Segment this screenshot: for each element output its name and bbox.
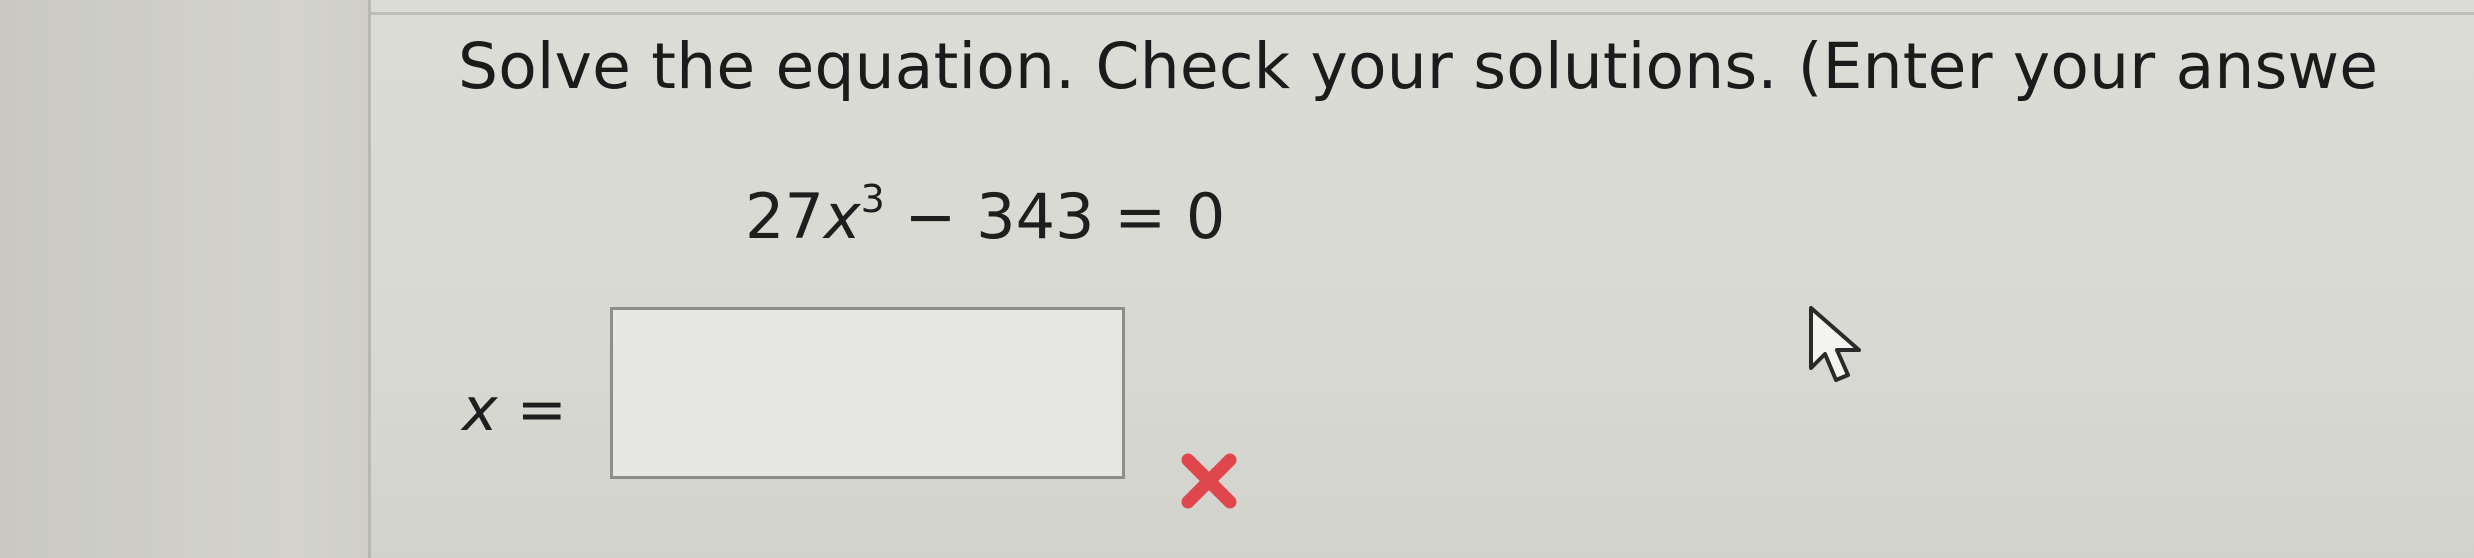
answer-equals: = <box>497 375 567 445</box>
answer-variable: x <box>462 375 498 445</box>
equation-variable: x <box>823 180 861 253</box>
answer-label: x = <box>462 375 567 445</box>
question-instruction: Solve the equation. Check your solutions… <box>458 30 2379 103</box>
equation-exponent: 3 <box>860 177 885 222</box>
top-divider <box>371 12 2474 15</box>
wrong-x-icon <box>1181 453 1237 509</box>
left-margin <box>0 0 370 558</box>
answer-input[interactable] <box>610 307 1125 479</box>
equation-rest: − 343 = 0 <box>884 180 1226 253</box>
equation: 27x3 − 343 = 0 <box>745 177 1226 253</box>
equation-coefficient: 27 <box>745 180 824 253</box>
mouse-cursor-icon <box>1809 306 1861 382</box>
